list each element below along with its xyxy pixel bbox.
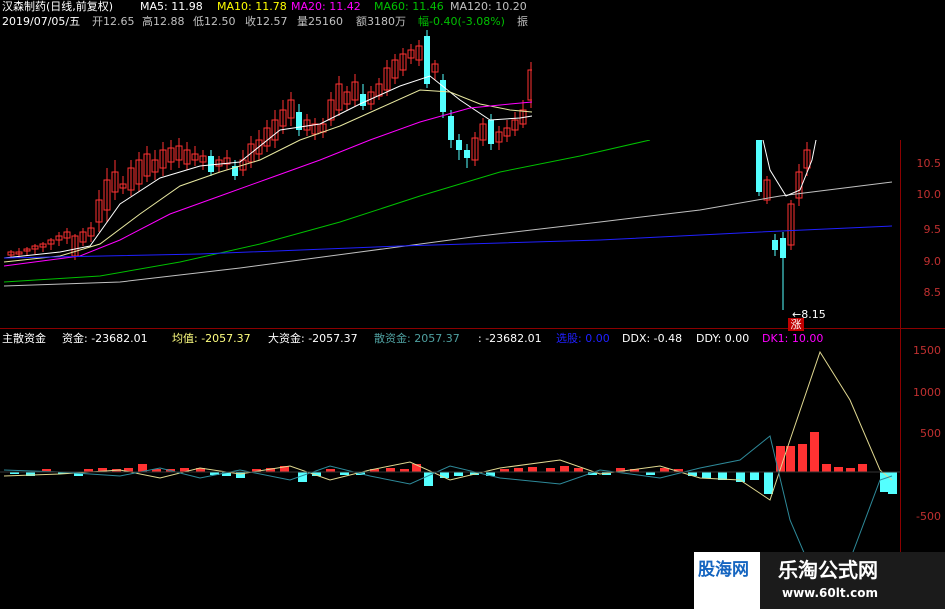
indicator-tick: 500 [920, 427, 941, 440]
price-tick: 9.5 [923, 223, 942, 236]
indicator-tick: -500 [916, 510, 941, 523]
mask-block [234, 280, 710, 326]
ma10-label: MA10: 11.78 [217, 0, 287, 13]
watermark-right: 乐淘公式网 www.60lt.com [760, 552, 945, 609]
indicator-bar [834, 467, 843, 472]
indicator-bar [454, 472, 463, 476]
sanzijin-value: 散资金: 2057.37 [374, 332, 460, 345]
candle-body [448, 116, 454, 140]
watermark-left: 股海网 [694, 552, 764, 609]
dk1-value: DK1: 10.00 [762, 332, 824, 345]
indicator-bar [236, 472, 245, 478]
watermark-right-title: 乐淘公式网 [778, 558, 878, 582]
indicator-name[interactable]: 主散资金 [2, 332, 46, 345]
candle-body [772, 240, 778, 250]
price-tick: 10.5 [916, 157, 942, 170]
ma60-line [3, 139, 651, 283]
close-label: 收12.57 [245, 15, 288, 28]
candle-body [360, 94, 366, 106]
ddx-value: DDX: -0.48 [622, 332, 683, 345]
high-label: 高12.88 [142, 15, 185, 28]
price-tick: 10.0 [916, 188, 942, 201]
indicator-bar [822, 464, 831, 472]
amplitude-label: 振 [517, 15, 528, 28]
indicator-bar [386, 468, 395, 472]
date-label: 2019/07/05/五 [2, 15, 81, 28]
indicator-bar [880, 472, 889, 492]
watermark-left-text: 股海网 [698, 560, 749, 580]
indicator-bar [786, 446, 795, 472]
candle-body [456, 140, 462, 150]
candle-body [488, 120, 494, 144]
ma20-label: MA20: 11.42 [291, 0, 361, 13]
indicator-bar [798, 444, 807, 472]
candle-body [756, 140, 762, 192]
indicator-tick: 1500 [913, 344, 941, 357]
volume-label: 量25160 [297, 15, 343, 28]
stock-title: 汉森制药(日线,前复权) [2, 0, 114, 13]
dazijin-value: 大资金: -2057.37 [268, 332, 358, 345]
indicator-bar [858, 464, 867, 472]
ma120-line [3, 181, 893, 287]
indicator-bar [810, 432, 819, 472]
indicator-bar [560, 466, 569, 472]
candle-body [464, 150, 470, 158]
price-tick: 8.5 [923, 286, 942, 299]
open-label: 开12.65 [92, 15, 135, 28]
zijin-value: 资金: -23682.01 [62, 332, 148, 345]
indicator-bar [888, 472, 897, 494]
candle-body [208, 156, 214, 172]
ma60-label: MA60: 11.46 [374, 0, 444, 13]
indicator-bar [750, 472, 759, 480]
ma120-label: MA120: 10.20 [450, 0, 527, 13]
indicator-bar [514, 468, 523, 472]
junzhi-value: 均值: -2057.37 [172, 332, 251, 345]
indicator-tick: 1000 [913, 386, 941, 399]
price-tick: 9.0 [923, 255, 942, 268]
indicator-bar [574, 468, 583, 472]
indicator-bar [764, 472, 773, 494]
indicator-bar [546, 468, 555, 472]
indicator-bar [702, 472, 711, 478]
xuanfeng-value: 选股: 0.00 [556, 332, 610, 345]
low-label: 低12.50 [193, 15, 236, 28]
mask-block [532, 0, 945, 140]
candle-body [780, 238, 786, 258]
indicator-bar [528, 467, 537, 472]
indicator-bar [846, 468, 855, 472]
amount-label: 额3180万 [356, 15, 406, 28]
watermark-right-url: www.60lt.com [782, 586, 879, 600]
axis-border [900, 140, 901, 609]
ma5-label: MA5: 11.98 [140, 0, 203, 13]
change-label: 幅-0.40(-3.08%) [418, 15, 505, 28]
low-marker-value: 8.15 [801, 308, 826, 321]
extra-value: : -23682.01 [478, 332, 542, 345]
ddy-value: DDY: 0.00 [696, 332, 750, 345]
zhang-badge: 涨 [788, 318, 804, 331]
